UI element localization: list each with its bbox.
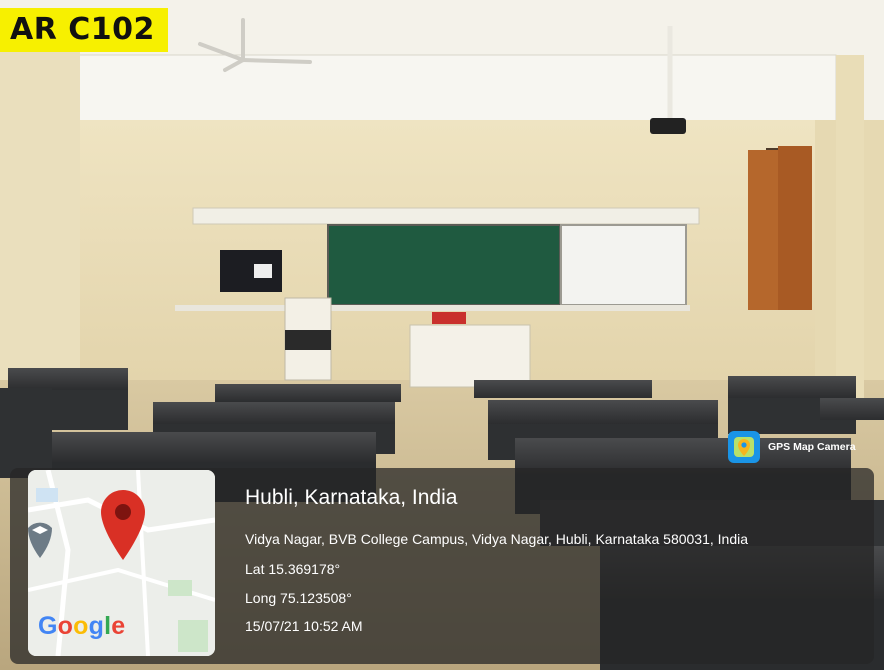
whiteboard — [560, 224, 687, 306]
room-label: AR C102 — [0, 8, 168, 52]
notice-board — [220, 250, 282, 292]
app-badge-label: GPS Map Camera — [768, 441, 856, 453]
green-chalkboard — [327, 224, 561, 306]
place-title: Hubli, Karnataka, India — [245, 486, 458, 509]
location-map: Google — [28, 470, 215, 656]
latitude-text: Lat 15.369178° — [245, 561, 341, 577]
address-text: Vidya Nagar, BVB College Campus, Vidya N… — [245, 531, 749, 547]
google-logo: Google — [38, 612, 126, 640]
projector — [650, 118, 686, 134]
longitude-text: Long 75.123508° — [245, 590, 352, 606]
datetime-text: 15/07/21 10:52 AM — [245, 618, 363, 634]
map-pin-camera-icon — [728, 431, 760, 463]
gps-map-camera-badge: GPS Map Camera — [728, 430, 856, 464]
geotagged-photo: AR C102 Google GPS Map Camera Hubli, Kar… — [0, 0, 884, 670]
